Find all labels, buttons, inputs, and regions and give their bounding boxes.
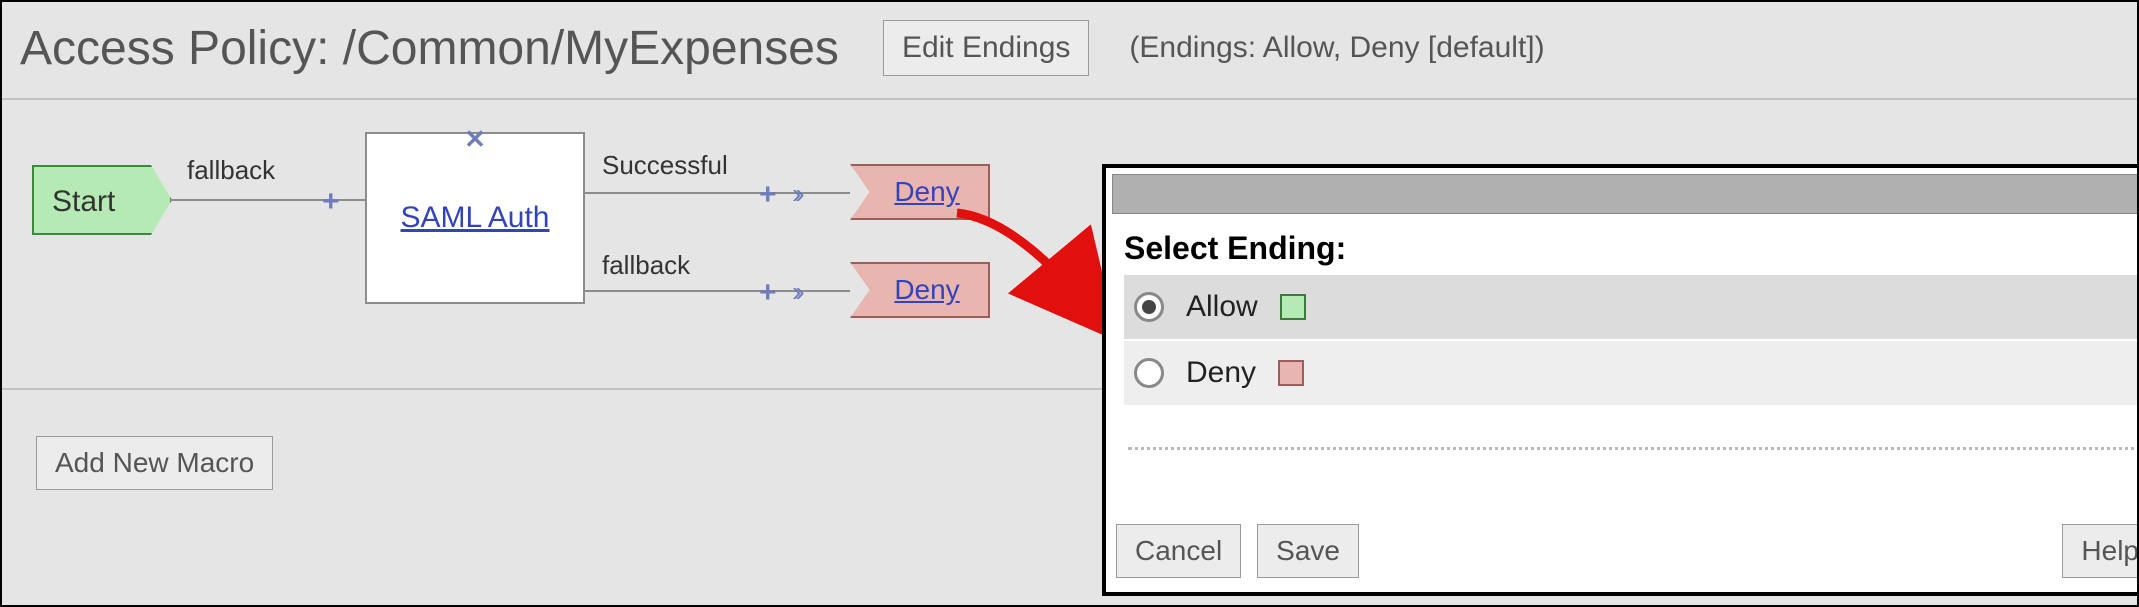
radio-deny[interactable]	[1134, 358, 1164, 388]
start-node[interactable]: Start	[32, 165, 172, 235]
ending-node-deny[interactable]: Deny	[850, 262, 990, 318]
option-label: Allow	[1186, 290, 1258, 324]
color-swatch-deny	[1278, 360, 1304, 386]
ending-link[interactable]: Deny	[894, 176, 959, 208]
connector-line	[585, 192, 850, 194]
close-icon[interactable]: ✕	[464, 124, 486, 155]
add-action-icon[interactable]: +	[759, 178, 777, 212]
chevron-right-icon: ››	[792, 276, 799, 308]
help-button[interactable]: Help	[2062, 524, 2139, 578]
saml-auth-node: ✕ SAML Auth	[365, 132, 585, 304]
add-action-icon[interactable]: +	[322, 185, 340, 219]
header-bar: Access Policy: /Common/MyExpenses Edit E…	[2, 2, 2137, 100]
dialog-footer: Cancel Save Help	[1106, 512, 2139, 592]
ending-option-allow[interactable]: Allow	[1124, 275, 2139, 339]
chevron-right-icon: ››	[792, 178, 799, 210]
ending-link[interactable]: Deny	[894, 274, 959, 306]
app-root: Access Policy: /Common/MyExpenses Edit E…	[0, 0, 2139, 607]
endings-summary: (Endings: Allow, Deny [default])	[1129, 31, 1544, 65]
dialog-body: Select Ending: Allow Deny	[1106, 220, 2139, 512]
add-new-macro-button[interactable]: Add New Macro	[36, 436, 273, 490]
saml-auth-link[interactable]: SAML Auth	[401, 201, 550, 235]
select-ending-dialog: Select Ending: Allow Deny Cancel Save He…	[1102, 164, 2139, 596]
add-action-icon[interactable]: +	[759, 276, 777, 310]
branch-label-successful: Successful	[602, 150, 728, 181]
divider	[1128, 447, 2139, 450]
color-swatch-allow	[1280, 294, 1306, 320]
edit-endings-button[interactable]: Edit Endings	[883, 20, 1089, 76]
dialog-titlebar[interactable]	[1112, 174, 2139, 214]
connector-line	[585, 290, 850, 292]
save-button[interactable]: Save	[1257, 524, 1359, 578]
dialog-heading: Select Ending:	[1124, 230, 2139, 267]
branch-label-fallback: fallback	[187, 155, 275, 186]
cancel-button[interactable]: Cancel	[1116, 524, 1241, 578]
radio-allow[interactable]	[1134, 292, 1164, 322]
ending-node-deny[interactable]: Deny	[850, 164, 990, 220]
branch-label-fallback: fallback	[602, 250, 690, 281]
page-title: Access Policy: /Common/MyExpenses	[20, 21, 839, 76]
option-label: Deny	[1186, 356, 1256, 390]
ending-option-deny[interactable]: Deny	[1124, 341, 2139, 405]
